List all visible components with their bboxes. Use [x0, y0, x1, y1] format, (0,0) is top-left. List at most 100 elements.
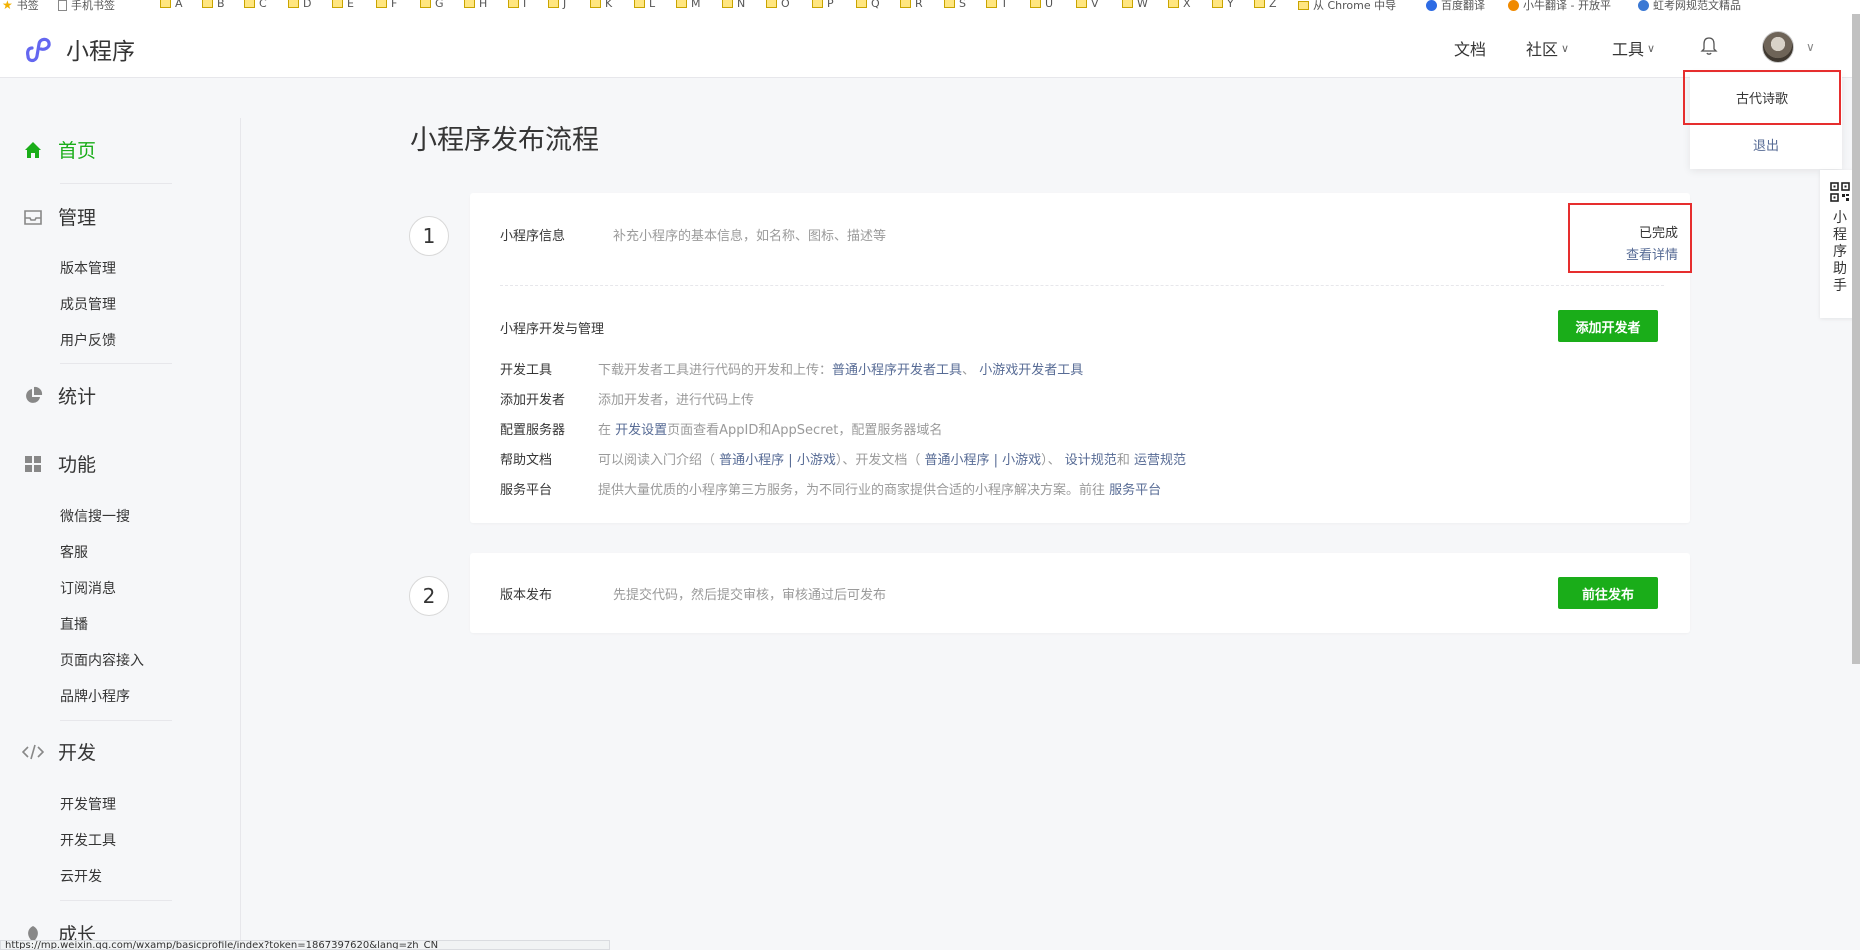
chevron-down-icon[interactable]: ∨ — [1806, 40, 1815, 54]
bookmark-folder-z[interactable]: Z — [1254, 0, 1277, 10]
bookmark-folder-t[interactable]: T — [986, 0, 1008, 10]
nav-tools[interactable]: 工具 ∨ — [1612, 36, 1655, 60]
folder-icon — [634, 0, 645, 8]
folder-icon — [1076, 0, 1087, 8]
link-intro-miniprogram[interactable]: 普通小程序 — [719, 453, 784, 468]
link-minigame-devtools[interactable]: 小游戏开发者工具 — [979, 363, 1083, 378]
sidebar-subitem-search[interactable]: 微信搜一搜 — [60, 506, 130, 526]
logo[interactable]: 小程序 — [22, 32, 135, 66]
bookmark-folder-n[interactable]: N — [722, 0, 745, 10]
bookmark-folder-l[interactable]: L — [634, 0, 655, 10]
sidebar-subitem-feedback[interactable]: 用户反馈 — [60, 330, 116, 350]
sidebar-subitem-members[interactable]: 成员管理 — [60, 294, 116, 314]
dropdown-logout[interactable]: 退出 — [1690, 135, 1842, 154]
bookmark-folder-c[interactable]: C — [244, 0, 267, 10]
sidebar-subitem-service[interactable]: 客服 — [60, 542, 88, 562]
bookmark-hongkao[interactable]: 虹考网规范文精品 — [1638, 0, 1741, 13]
view-details-link[interactable]: 查看详情 — [1626, 244, 1678, 263]
folder-icon — [1212, 0, 1223, 8]
bookmark-folder-y[interactable]: Y — [1212, 0, 1234, 10]
bookmark-folder-b[interactable]: B — [202, 0, 225, 10]
bookmark-folder-g[interactable]: G — [420, 0, 444, 10]
browser-status-bar: https://mp.weixin.qq.com/wxamp/basicprof… — [0, 940, 610, 950]
step2-desc: 先提交代码，然后提交审核，审核通过后可发布 — [613, 588, 887, 603]
sidebar-border — [240, 118, 241, 950]
grid-icon — [22, 453, 44, 475]
folder-icon — [1122, 0, 1133, 8]
folder-icon — [508, 0, 519, 8]
hongkao-icon — [1638, 0, 1649, 11]
link-design-guide[interactable]: 设计规范 — [1065, 453, 1117, 468]
bookmark-folder-q[interactable]: Q — [856, 0, 880, 10]
sidebar-subitem-dev-tools[interactable]: 开发工具 — [60, 830, 116, 850]
top-header: 小程序 文档 社区 ∨ 工具 ∨ ∨ — [0, 14, 1860, 78]
bookmark-folder-p[interactable]: P — [812, 0, 834, 10]
sidebar-subitem-version[interactable]: 版本管理 — [60, 258, 116, 278]
bookmark-folder-i[interactable]: I — [508, 0, 526, 10]
nav-docs[interactable]: 文档 — [1454, 36, 1486, 60]
sidebar-subitem-live[interactable]: 直播 — [60, 614, 88, 634]
bookmark-folder-r[interactable]: R — [900, 0, 923, 10]
link-docs-minigame[interactable]: 小游戏 — [1002, 453, 1041, 468]
bookmark-niutrans[interactable]: 小牛翻译 - 开放平 — [1508, 0, 1611, 13]
sidebar-subitem-content[interactable]: 页面内容接入 — [60, 650, 144, 670]
step1-card: 小程序信息 补充小程序的基本信息，如名称、图标、描述等 已完成 查看详情 小程序… — [470, 193, 1692, 523]
bookmark-baidu-translate[interactable]: 百度翻译 — [1426, 0, 1485, 13]
bookmark-folder-j[interactable]: J — [548, 0, 566, 10]
sidebar-subitem-brand[interactable]: 品牌小程序 — [60, 686, 130, 706]
row-label-server: 配置服务器 — [500, 423, 566, 438]
bookmark-folder-m[interactable]: M — [676, 0, 701, 10]
bookmark-folder-v[interactable]: V — [1076, 0, 1099, 10]
sidebar-item-develop[interactable]: 开发 — [22, 738, 96, 765]
bookmark-chrome-import[interactable]: 从 Chrome 中导 — [1298, 0, 1396, 13]
sidebar-item-manage[interactable]: 管理 — [22, 203, 96, 230]
bookmark-star[interactable]: ★ 书签 — [2, 0, 39, 13]
sidebar-subitem-dev-manage[interactable]: 开发管理 — [60, 794, 116, 814]
step-number-1: 1 — [409, 216, 449, 256]
row-text-add-dev: 添加开发者，进行代码上传 — [598, 393, 755, 408]
avatar[interactable] — [1762, 31, 1794, 63]
sidebar-subitem-cloud[interactable]: 云开发 — [60, 866, 102, 886]
bookmark-folder-e[interactable]: E — [332, 0, 354, 10]
folder-icon — [812, 0, 823, 8]
inbox-icon — [22, 206, 44, 228]
link-operation-guide[interactable]: 运营规范 — [1134, 453, 1186, 468]
sidebar-item-stats[interactable]: 统计 — [22, 382, 96, 409]
link-service-platform[interactable]: 服务平台 — [1109, 483, 1161, 498]
bookmark-folder-u[interactable]: U — [1030, 0, 1053, 10]
folder-icon — [900, 0, 911, 8]
bookmark-folder-w[interactable]: W — [1122, 0, 1148, 10]
link-intro-minigame[interactable]: 小游戏 — [797, 453, 836, 468]
sidebar-subitem-subscribe[interactable]: 订阅消息 — [60, 578, 116, 598]
bookmark-folder-k[interactable]: K — [590, 0, 612, 10]
home-icon — [22, 139, 44, 161]
go-publish-button[interactable]: 前往发布 — [1558, 577, 1658, 609]
folder-icon — [464, 0, 475, 8]
bookmark-folder-d[interactable]: D — [288, 0, 311, 10]
bookmark-folder-f[interactable]: F — [376, 0, 397, 10]
step1-status: 已完成 — [1638, 226, 1678, 241]
nav-community[interactable]: 社区 ∨ — [1526, 36, 1569, 60]
link-dev-settings[interactable]: 开发设置 — [615, 423, 667, 438]
folder-icon — [944, 0, 955, 8]
bookmark-mobile[interactable]: 手机书签 — [58, 0, 115, 13]
bell-icon[interactable] — [1700, 36, 1718, 56]
sidebar-item-home[interactable]: 首页 — [22, 136, 96, 163]
row-text-service-platform: 提供大量优质的小程序第三方服务，为不同行业的商家提供合适的小程序解决方案。前往 … — [598, 483, 1162, 498]
bookmark-folder-s[interactable]: S — [944, 0, 966, 10]
chevron-down-icon: ∨ — [1647, 41, 1656, 55]
folder-icon — [376, 0, 387, 8]
bookmark-folder-o[interactable]: O — [766, 0, 790, 10]
add-developer-button[interactable]: 添加开发者 — [1558, 310, 1658, 342]
step2-title: 版本发布 — [500, 588, 553, 603]
sidebar-item-features[interactable]: 功能 — [22, 450, 96, 477]
page-scrollbar[interactable] — [1852, 14, 1860, 664]
row-label-add-dev: 添加开发者 — [500, 393, 566, 408]
dropdown-account-name[interactable]: 古代诗歌 — [1683, 70, 1841, 125]
bookmark-folder-x[interactable]: X — [1168, 0, 1191, 10]
link-docs-miniprogram[interactable]: 普通小程序 — [924, 453, 989, 468]
bookmark-folder-a[interactable]: A — [160, 0, 183, 10]
link-miniprogram-devtools[interactable]: 普通小程序开发者工具 — [832, 363, 962, 378]
bookmark-folder-h[interactable]: H — [464, 0, 487, 10]
star-icon: ★ — [2, 0, 13, 12]
